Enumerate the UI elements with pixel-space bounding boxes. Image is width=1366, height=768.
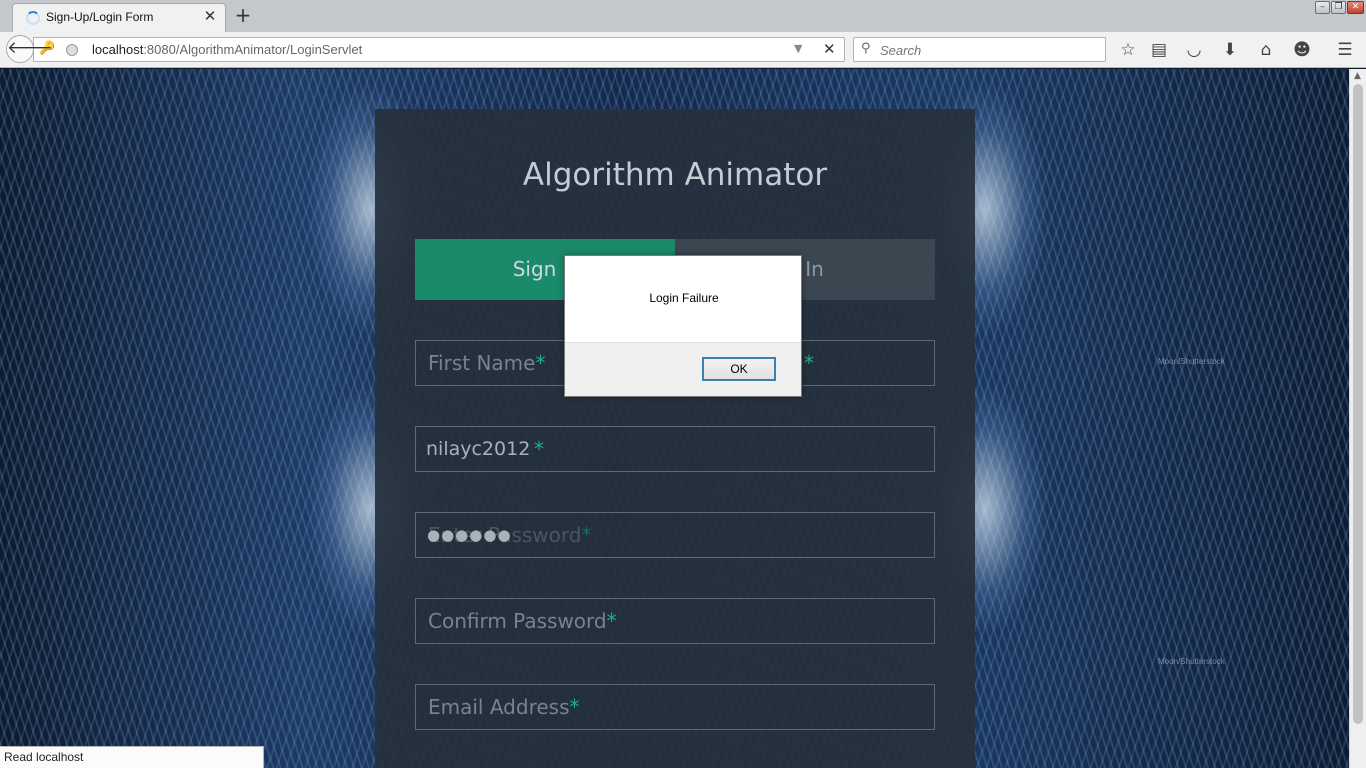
home-icon[interactable]: ⌂ bbox=[1254, 38, 1278, 62]
image-credit: Moon/Shutterstock bbox=[1158, 357, 1225, 366]
download-icon[interactable]: ⬇ bbox=[1218, 38, 1242, 62]
close-window-icon[interactable]: ✕ bbox=[1347, 1, 1364, 14]
confirm-password-placeholder: Confirm Password* bbox=[428, 609, 617, 633]
image-credit: Moon/Shutterstock bbox=[1158, 657, 1225, 666]
username-field[interactable]: nilayc2012 * bbox=[415, 426, 935, 472]
loading-spinner-icon bbox=[26, 11, 40, 25]
page-background: Moon/Shutterstock Moon/Shutterstock Algo… bbox=[0, 69, 1366, 768]
email-label: Email Address bbox=[428, 695, 570, 719]
required-marker: * bbox=[569, 695, 580, 719]
close-tab-icon[interactable]: ✕ bbox=[201, 7, 219, 25]
required-marker: * bbox=[606, 609, 617, 633]
confirm-password-field[interactable]: Confirm Password* bbox=[415, 598, 935, 644]
address-bar[interactable]: 🔑 localhost:8080/AlgorithmAnimator/Login… bbox=[33, 37, 845, 62]
browser-tab[interactable]: Sign-Up/Login Form ✕ bbox=[12, 3, 226, 32]
url-host: localhost bbox=[92, 42, 144, 57]
restore-icon[interactable]: ❐ bbox=[1331, 1, 1346, 14]
page-scrollbar[interactable]: ▲ bbox=[1349, 69, 1366, 768]
last-name-placeholder: * bbox=[804, 351, 814, 375]
dialog-footer: OK bbox=[565, 342, 801, 396]
bookmark-star-icon[interactable]: ☆ bbox=[1116, 38, 1140, 62]
back-button[interactable]: 🡐 bbox=[6, 35, 53, 63]
minimize-icon[interactable]: – bbox=[1315, 1, 1330, 14]
page-title: Algorithm Animator bbox=[522, 157, 828, 193]
required-marker: * bbox=[804, 351, 814, 375]
ok-button[interactable]: OK bbox=[702, 357, 776, 381]
reading-list-icon[interactable]: ▤ bbox=[1147, 38, 1171, 62]
alert-dialog: Login Failure OK bbox=[564, 255, 802, 397]
required-marker: * bbox=[534, 437, 544, 461]
url-dropdown-icon[interactable]: ▼ bbox=[794, 42, 802, 55]
site-identity-icon[interactable] bbox=[66, 44, 78, 56]
username-value: nilayc2012 bbox=[426, 438, 531, 460]
url-path: :8080/AlgorithmAnimator/LoginServlet bbox=[143, 42, 363, 57]
tab-strip: Sign-Up/Login Form ✕ + – ❐ ✕ bbox=[0, 0, 1366, 32]
menu-icon[interactable]: ☰ bbox=[1333, 38, 1357, 62]
scroll-up-icon[interactable]: ▲ bbox=[1354, 71, 1361, 81]
first-name-placeholder: First Name* bbox=[428, 351, 545, 375]
confirm-password-label: Confirm Password bbox=[428, 609, 607, 633]
required-marker: * bbox=[535, 351, 546, 375]
email-placeholder: Email Address* bbox=[428, 695, 580, 719]
search-input[interactable] bbox=[880, 41, 1100, 59]
email-field[interactable]: Email Address* bbox=[415, 684, 935, 730]
pocket-icon[interactable]: ◡ bbox=[1182, 38, 1206, 62]
status-text: Read localhost bbox=[0, 746, 264, 768]
new-tab-button[interactable]: + bbox=[232, 5, 254, 27]
signup-form-panel: Algorithm Animator Sign U g In First Nam… bbox=[375, 109, 975, 768]
password-field[interactable]: Enter Password* ●●●●●● bbox=[415, 512, 935, 558]
search-bar[interactable]: ⚲ bbox=[853, 37, 1106, 62]
navigation-toolbar: 🔑 localhost:8080/AlgorithmAnimator/Login… bbox=[0, 32, 1366, 68]
dialog-message: Login Failure bbox=[649, 291, 719, 305]
required-marker: * bbox=[581, 523, 592, 547]
stop-loading-icon[interactable]: ✕ bbox=[823, 40, 836, 58]
window-controls: – ❐ ✕ bbox=[1314, 1, 1364, 14]
password-value: ●●●●●● bbox=[427, 526, 512, 544]
search-icon: ⚲ bbox=[861, 41, 871, 56]
first-name-label: First Name bbox=[428, 351, 536, 375]
scroll-thumb[interactable] bbox=[1353, 84, 1363, 724]
tab-title: Sign-Up/Login Form bbox=[46, 10, 154, 24]
url-text[interactable]: localhost:8080/AlgorithmAnimator/LoginSe… bbox=[92, 42, 362, 57]
chat-icon[interactable]: ☻ bbox=[1290, 38, 1314, 62]
username-required: * bbox=[534, 437, 544, 461]
